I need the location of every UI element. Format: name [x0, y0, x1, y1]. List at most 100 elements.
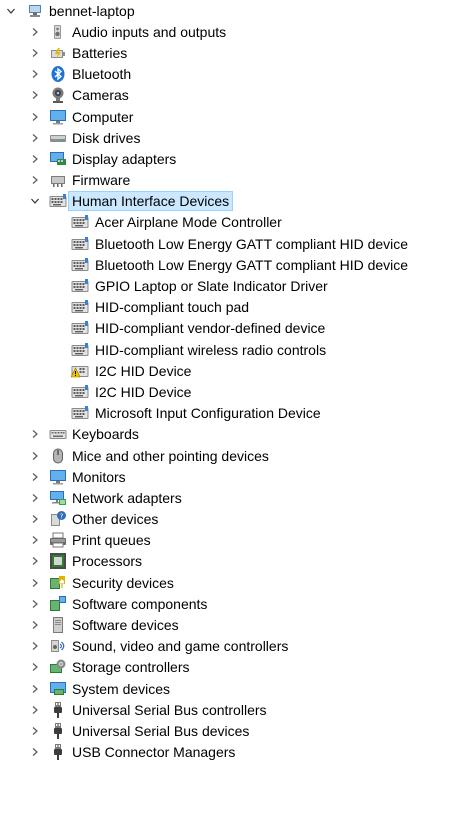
expand-chevron-icon[interactable] — [30, 154, 40, 164]
expand-chevron-icon[interactable] — [30, 69, 40, 79]
tree-category-universal-serial-bus-controllers[interactable]: Universal Serial Bus controllers — [0, 699, 474, 720]
expand-chevron-icon[interactable] — [30, 451, 40, 461]
speaker-icon — [49, 23, 67, 41]
device-label: I2C HID Device — [95, 383, 192, 400]
expand-chevron-icon[interactable] — [30, 27, 40, 37]
disk-drive-icon — [49, 129, 67, 147]
tree-device-item[interactable]: Bluetooth Low Energy GATT compliant HID … — [0, 233, 474, 254]
tree-category-display-adapters[interactable]: Display adapters — [0, 148, 474, 169]
tree-category-human-interface-devices[interactable]: Human Interface Devices — [0, 191, 474, 212]
device-label: Microsoft Input Configuration Device — [95, 405, 321, 422]
category-label: Monitors — [72, 468, 126, 485]
tree-category-universal-serial-bus-devices[interactable]: Universal Serial Bus devices — [0, 720, 474, 741]
category-label: Keyboards — [72, 426, 139, 443]
expand-chevron-icon[interactable] — [30, 472, 40, 482]
tree-category-software-devices[interactable]: Software devices — [0, 614, 474, 635]
tree-device-item[interactable]: GPIO Laptop or Slate Indicator Driver — [0, 275, 474, 296]
tree-category-disk-drives[interactable]: Disk drives — [0, 127, 474, 148]
tree-category-keyboards[interactable]: Keyboards — [0, 424, 474, 445]
tree-category-batteries[interactable]: Batteries — [0, 42, 474, 63]
expand-chevron-icon[interactable] — [30, 514, 40, 524]
tree-root-label: bennet-laptop — [49, 2, 135, 19]
expand-chevron-icon[interactable] — [30, 641, 40, 651]
hid-icon — [49, 192, 67, 210]
collapse-chevron-icon[interactable] — [6, 6, 16, 16]
tree-category-firmware[interactable]: Firmware — [0, 170, 474, 191]
tree-category-computer[interactable]: Computer — [0, 106, 474, 127]
expand-chevron-icon[interactable] — [30, 747, 40, 757]
tree-category-usb-connector-managers[interactable]: USB Connector Managers — [0, 742, 474, 763]
expand-chevron-icon[interactable] — [30, 726, 40, 736]
category-label: Computer — [72, 108, 134, 125]
expand-chevron-icon[interactable] — [30, 535, 40, 545]
storage-controller-icon — [49, 658, 67, 676]
processor-icon — [49, 552, 67, 570]
tree-category-storage-controllers[interactable]: Storage controllers — [0, 657, 474, 678]
tree-device-item[interactable]: HID-compliant vendor-defined device — [0, 318, 474, 339]
category-label: Universal Serial Bus devices — [72, 722, 250, 739]
expand-chevron-icon[interactable] — [30, 112, 40, 122]
hid-icon — [71, 341, 89, 359]
expand-chevron-icon[interactable] — [30, 493, 40, 503]
expand-chevron-icon[interactable] — [30, 620, 40, 630]
expand-chevron-icon[interactable] — [30, 48, 40, 58]
tree-category-monitors[interactable]: Monitors — [0, 466, 474, 487]
tree-category-system-devices[interactable]: System devices — [0, 678, 474, 699]
tree-device-item[interactable]: HID-compliant touch pad — [0, 297, 474, 318]
tree-device-item[interactable]: Microsoft Input Configuration Device — [0, 403, 474, 424]
expand-chevron-icon[interactable] — [30, 556, 40, 566]
expand-chevron-icon[interactable] — [30, 599, 40, 609]
hid-icon — [71, 213, 89, 231]
tree-root-computer[interactable]: bennet-laptop — [0, 0, 474, 21]
category-label: System devices — [72, 680, 171, 697]
tree-category-network-adapters[interactable]: Network adapters — [0, 487, 474, 508]
expand-chevron-icon[interactable] — [30, 705, 40, 715]
hid-icon — [71, 319, 89, 337]
expand-chevron-icon[interactable] — [30, 90, 40, 100]
category-label: Batteries — [72, 44, 128, 61]
monitor-icon — [49, 468, 67, 486]
tree-category-other-devices[interactable]: ? Other devices — [0, 509, 474, 530]
tree-category-software-components[interactable]: Software components — [0, 593, 474, 614]
expand-chevron-icon[interactable] — [30, 175, 40, 185]
tree-category-mice-and-other-pointing-devices[interactable]: Mice and other pointing devices — [0, 445, 474, 466]
hid-icon — [71, 383, 89, 401]
category-label: Mice and other pointing devices — [72, 447, 269, 464]
collapse-chevron-icon[interactable] — [30, 196, 40, 206]
unknown-device-icon: ? — [49, 510, 67, 528]
mouse-icon — [49, 447, 67, 465]
category-label: Other devices — [72, 511, 159, 528]
tree-category-bluetooth[interactable]: Bluetooth — [0, 64, 474, 85]
bluetooth-icon — [49, 65, 67, 83]
device-tree[interactable]: bennet-laptop Audio inputs and outputs Bat… — [0, 0, 474, 763]
hid-warning-icon — [71, 362, 89, 380]
tree-device-item[interactable]: Bluetooth Low Energy GATT compliant HID … — [0, 254, 474, 275]
usb-icon — [49, 743, 67, 761]
category-label: Bluetooth — [72, 66, 132, 83]
expand-chevron-icon[interactable] — [30, 662, 40, 672]
tree-category-print-queues[interactable]: Print queues — [0, 530, 474, 551]
device-label: GPIO Laptop or Slate Indicator Driver — [95, 278, 328, 295]
sound-controller-icon — [49, 637, 67, 655]
system-device-icon — [49, 680, 67, 698]
tree-category-processors[interactable]: Processors — [0, 551, 474, 572]
tree-device-item[interactable]: HID-compliant wireless radio controls — [0, 339, 474, 360]
tree-device-item[interactable]: Acer Airplane Mode Controller — [0, 212, 474, 233]
network-adapter-icon — [49, 489, 67, 507]
tree-category-sound-video-and-game-controllers[interactable]: Sound, video and game controllers — [0, 636, 474, 657]
expand-chevron-icon[interactable] — [30, 578, 40, 588]
category-label: Print queues — [72, 532, 151, 549]
tree-category-cameras[interactable]: Cameras — [0, 85, 474, 106]
category-label: Processors — [72, 553, 143, 570]
tree-category-audio-inputs-and-outputs[interactable]: Audio inputs and outputs — [0, 21, 474, 42]
category-label: Security devices — [72, 574, 174, 591]
tree-device-item[interactable]: I2C HID Device — [0, 381, 474, 402]
tree-device-item[interactable]: I2C HID Device — [0, 360, 474, 381]
tree-category-security-devices[interactable]: Security devices — [0, 572, 474, 593]
printer-icon — [49, 531, 67, 549]
expand-chevron-icon[interactable] — [30, 684, 40, 694]
expand-chevron-icon[interactable] — [30, 429, 40, 439]
category-label: USB Connector Managers — [72, 744, 236, 761]
hid-icon — [71, 404, 89, 422]
expand-chevron-icon[interactable] — [30, 133, 40, 143]
